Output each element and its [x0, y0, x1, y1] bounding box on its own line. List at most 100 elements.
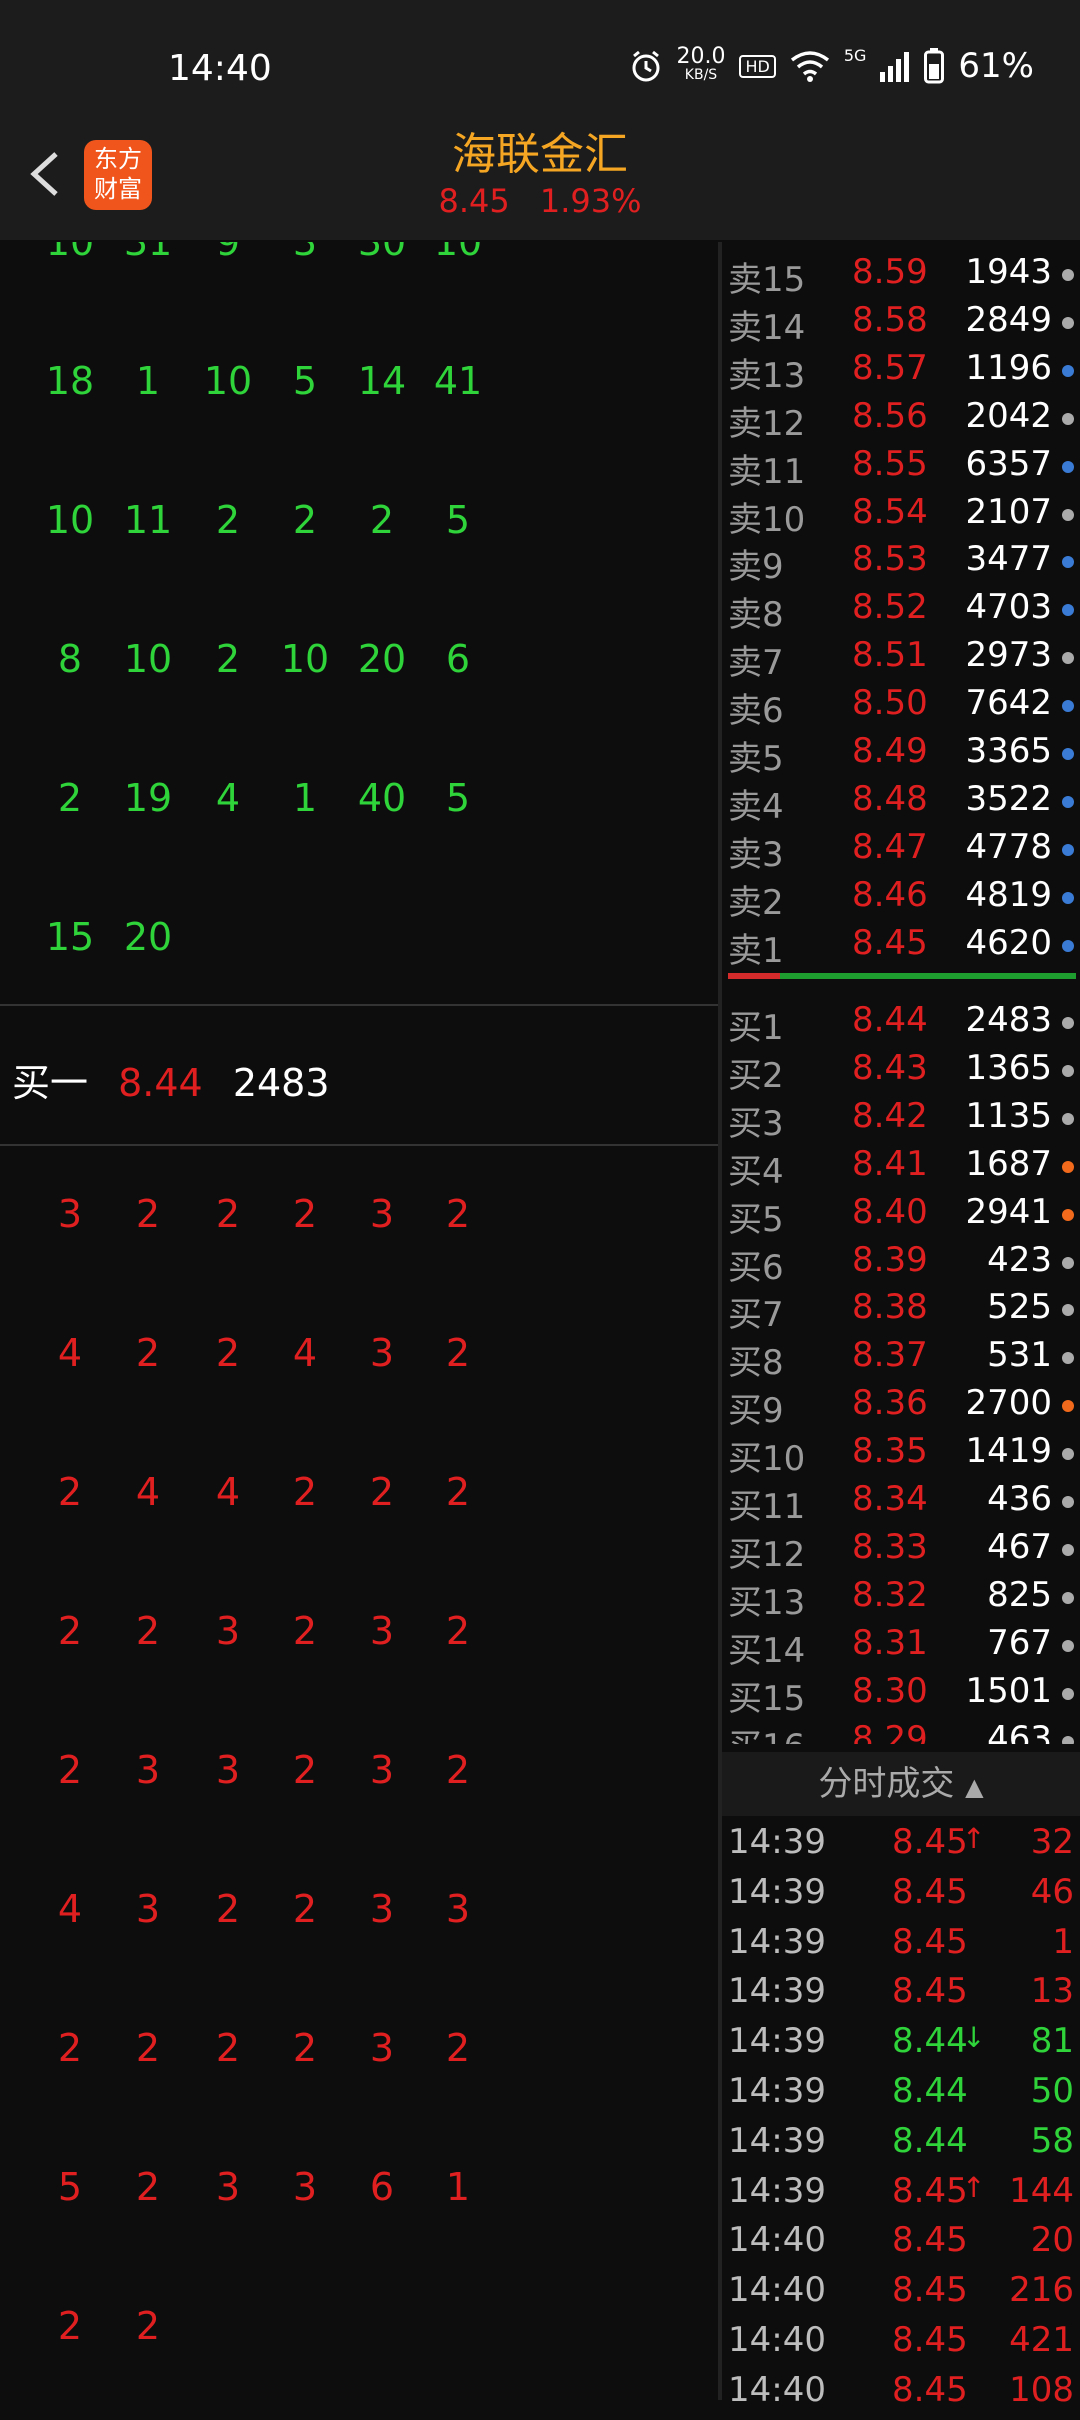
trade-time: 14:39 — [728, 2120, 826, 2161]
trade-price: 8.45 — [892, 2220, 968, 2261]
queue-cell: 3 — [369, 1192, 395, 1236]
level-label: 买12 — [728, 1534, 806, 1575]
ask-row[interactable]: 卖10 8.54 2107 — [722, 492, 1080, 540]
dot-indicator-icon — [1062, 1448, 1074, 1461]
level-volume: 4778 — [965, 826, 1052, 867]
ask-row[interactable]: 卖11 8.55 6357 — [722, 444, 1080, 492]
battery-percent: 61% — [958, 46, 1034, 86]
bid-row[interactable]: 买15 8.30 1501 — [722, 1671, 1080, 1719]
level-price: 8.55 — [852, 443, 928, 484]
queue-cell: 2 — [215, 637, 241, 681]
queue-cell: 3 — [292, 242, 318, 264]
level-label: 买3 — [728, 1103, 784, 1144]
ask-row[interactable]: 卖3 8.47 4778 — [722, 827, 1080, 875]
level-label: 卖9 — [728, 547, 784, 588]
level-volume: 2849 — [965, 299, 1052, 340]
queue-cell: 2 — [57, 2026, 83, 2070]
ask-row[interactable]: 卖4 8.48 3522 — [722, 779, 1080, 827]
level-label: 卖6 — [728, 691, 784, 732]
level-label: 卖14 — [728, 307, 806, 348]
net-speed: 20.0 KB/S — [676, 44, 726, 84]
ask-row[interactable]: 卖14 8.58 2849 — [722, 300, 1080, 348]
ask-row[interactable]: 卖5 8.49 3365 — [722, 731, 1080, 779]
ask-row[interactable]: 卖1 8.45 4620 — [722, 923, 1080, 971]
bid-row[interactable]: 买8 8.37 531 — [722, 1335, 1080, 1383]
ask-row[interactable]: 卖8 8.52 4703 — [722, 587, 1080, 635]
ask-row[interactable]: 卖9 8.53 3477 — [722, 539, 1080, 587]
bid-row[interactable]: 买14 8.31 767 — [722, 1623, 1080, 1671]
level-price: 8.29 — [852, 1718, 928, 1745]
trade-price: 8.44 — [892, 2120, 968, 2161]
trade-time: 14:40 — [728, 2270, 826, 2311]
queue-cell: 5 — [292, 359, 318, 403]
ticks-header[interactable]: 分时成交 ▲ — [722, 1752, 1080, 1816]
ask-row[interactable]: 卖7 8.51 2973 — [722, 635, 1080, 683]
queue-cell: 3 — [292, 2165, 318, 2209]
queue-cell: 2 — [445, 1748, 471, 1792]
level-price: 8.45 — [852, 922, 928, 963]
trade-row: 14:40 8.45 20 — [722, 2220, 1080, 2270]
queue-cell: 3 — [369, 1609, 395, 1653]
bid-row[interactable]: 买6 8.39 423 — [722, 1240, 1080, 1288]
queue-cell: 10 — [45, 498, 95, 542]
level-volume: 4703 — [965, 587, 1052, 628]
bid-row[interactable]: 买12 8.33 467 — [722, 1527, 1080, 1575]
queue-cell: 10 — [45, 242, 95, 264]
bid-row[interactable]: 买13 8.32 825 — [722, 1575, 1080, 1623]
queue-cell: 4 — [215, 1470, 241, 1514]
level-price: 8.51 — [852, 635, 928, 676]
queue-cell: 2 — [57, 1748, 83, 1792]
dot-indicator-icon — [1062, 364, 1074, 377]
trade-time: 14:39 — [728, 1921, 826, 1962]
queue-cell: 2 — [292, 1192, 318, 1236]
trade-volume: 421 — [1009, 2320, 1074, 2360]
bid-row[interactable]: 买16 8.29 463 — [722, 1718, 1080, 1745]
queue-row: 15 20 — [0, 915, 718, 975]
queue-cell: 2 — [135, 1192, 161, 1236]
queue-row: 5 2 3 3 6 1 — [0, 2165, 718, 2225]
ask-row[interactable]: 卖12 8.56 2042 — [722, 396, 1080, 444]
level-label: 买7 — [728, 1295, 784, 1336]
ask-row[interactable]: 卖15 8.59 1943 — [722, 252, 1080, 300]
level-volume: 767 — [987, 1622, 1052, 1663]
level-price: 8.30 — [852, 1670, 928, 1711]
ask-row[interactable]: 卖13 8.57 1196 — [722, 348, 1080, 396]
queue-cell: 2 — [445, 2026, 471, 2070]
stock-quote: 8.45 1.93% — [0, 182, 1080, 220]
level-price: 8.33 — [852, 1526, 928, 1567]
queue-row: 10 31 9 3 30 10 — [0, 242, 718, 280]
dot-indicator-icon — [1062, 1017, 1074, 1029]
queue-cell: 41 — [433, 359, 483, 403]
ask-row[interactable]: 卖2 8.46 4819 — [722, 875, 1080, 923]
queue-cell: 2 — [215, 1331, 241, 1375]
level-volume: 3477 — [965, 539, 1052, 580]
bid-row[interactable]: 买1 8.44 2483 — [722, 1000, 1080, 1048]
level-price: 8.38 — [852, 1287, 928, 1328]
stock-header: 东方 财富 海联金汇 8.45 1.93% — [0, 110, 1080, 240]
ask-row[interactable]: 卖6 8.50 7642 — [722, 683, 1080, 731]
trade-volume: 50 — [1030, 2071, 1074, 2111]
dot-indicator-icon — [1062, 1687, 1074, 1700]
queue-row: 3 2 2 2 3 2 — [0, 1192, 718, 1252]
bid-row[interactable]: 买2 8.43 1365 — [722, 1048, 1080, 1096]
level-volume: 825 — [987, 1574, 1052, 1615]
bid-row[interactable]: 买4 8.41 1687 — [722, 1144, 1080, 1192]
signal-icon — [880, 52, 910, 82]
bid-row[interactable]: 买9 8.36 2700 — [722, 1383, 1080, 1431]
level-volume: 1365 — [965, 1047, 1052, 1088]
level-label: 买2 — [728, 1055, 784, 1096]
trade-time: 14:39 — [728, 1871, 826, 1912]
level-price: 8.36 — [852, 1383, 928, 1424]
queue-cell: 3 — [57, 1192, 83, 1236]
level-label: 买1 — [728, 1008, 784, 1048]
trade-volume: 13 — [1030, 1971, 1074, 2012]
level-volume: 4819 — [965, 874, 1052, 915]
bid-row[interactable]: 买11 8.34 436 — [722, 1479, 1080, 1527]
stock-price: 8.45 — [438, 182, 510, 220]
bid-row[interactable]: 买7 8.38 525 — [722, 1287, 1080, 1335]
bid-row[interactable]: 买3 8.42 1135 — [722, 1096, 1080, 1144]
level-volume: 467 — [987, 1526, 1052, 1567]
bid-row[interactable]: 买10 8.35 1419 — [722, 1431, 1080, 1479]
bid-row[interactable]: 买5 8.40 2941 — [722, 1192, 1080, 1240]
level-price: 8.56 — [852, 395, 928, 436]
